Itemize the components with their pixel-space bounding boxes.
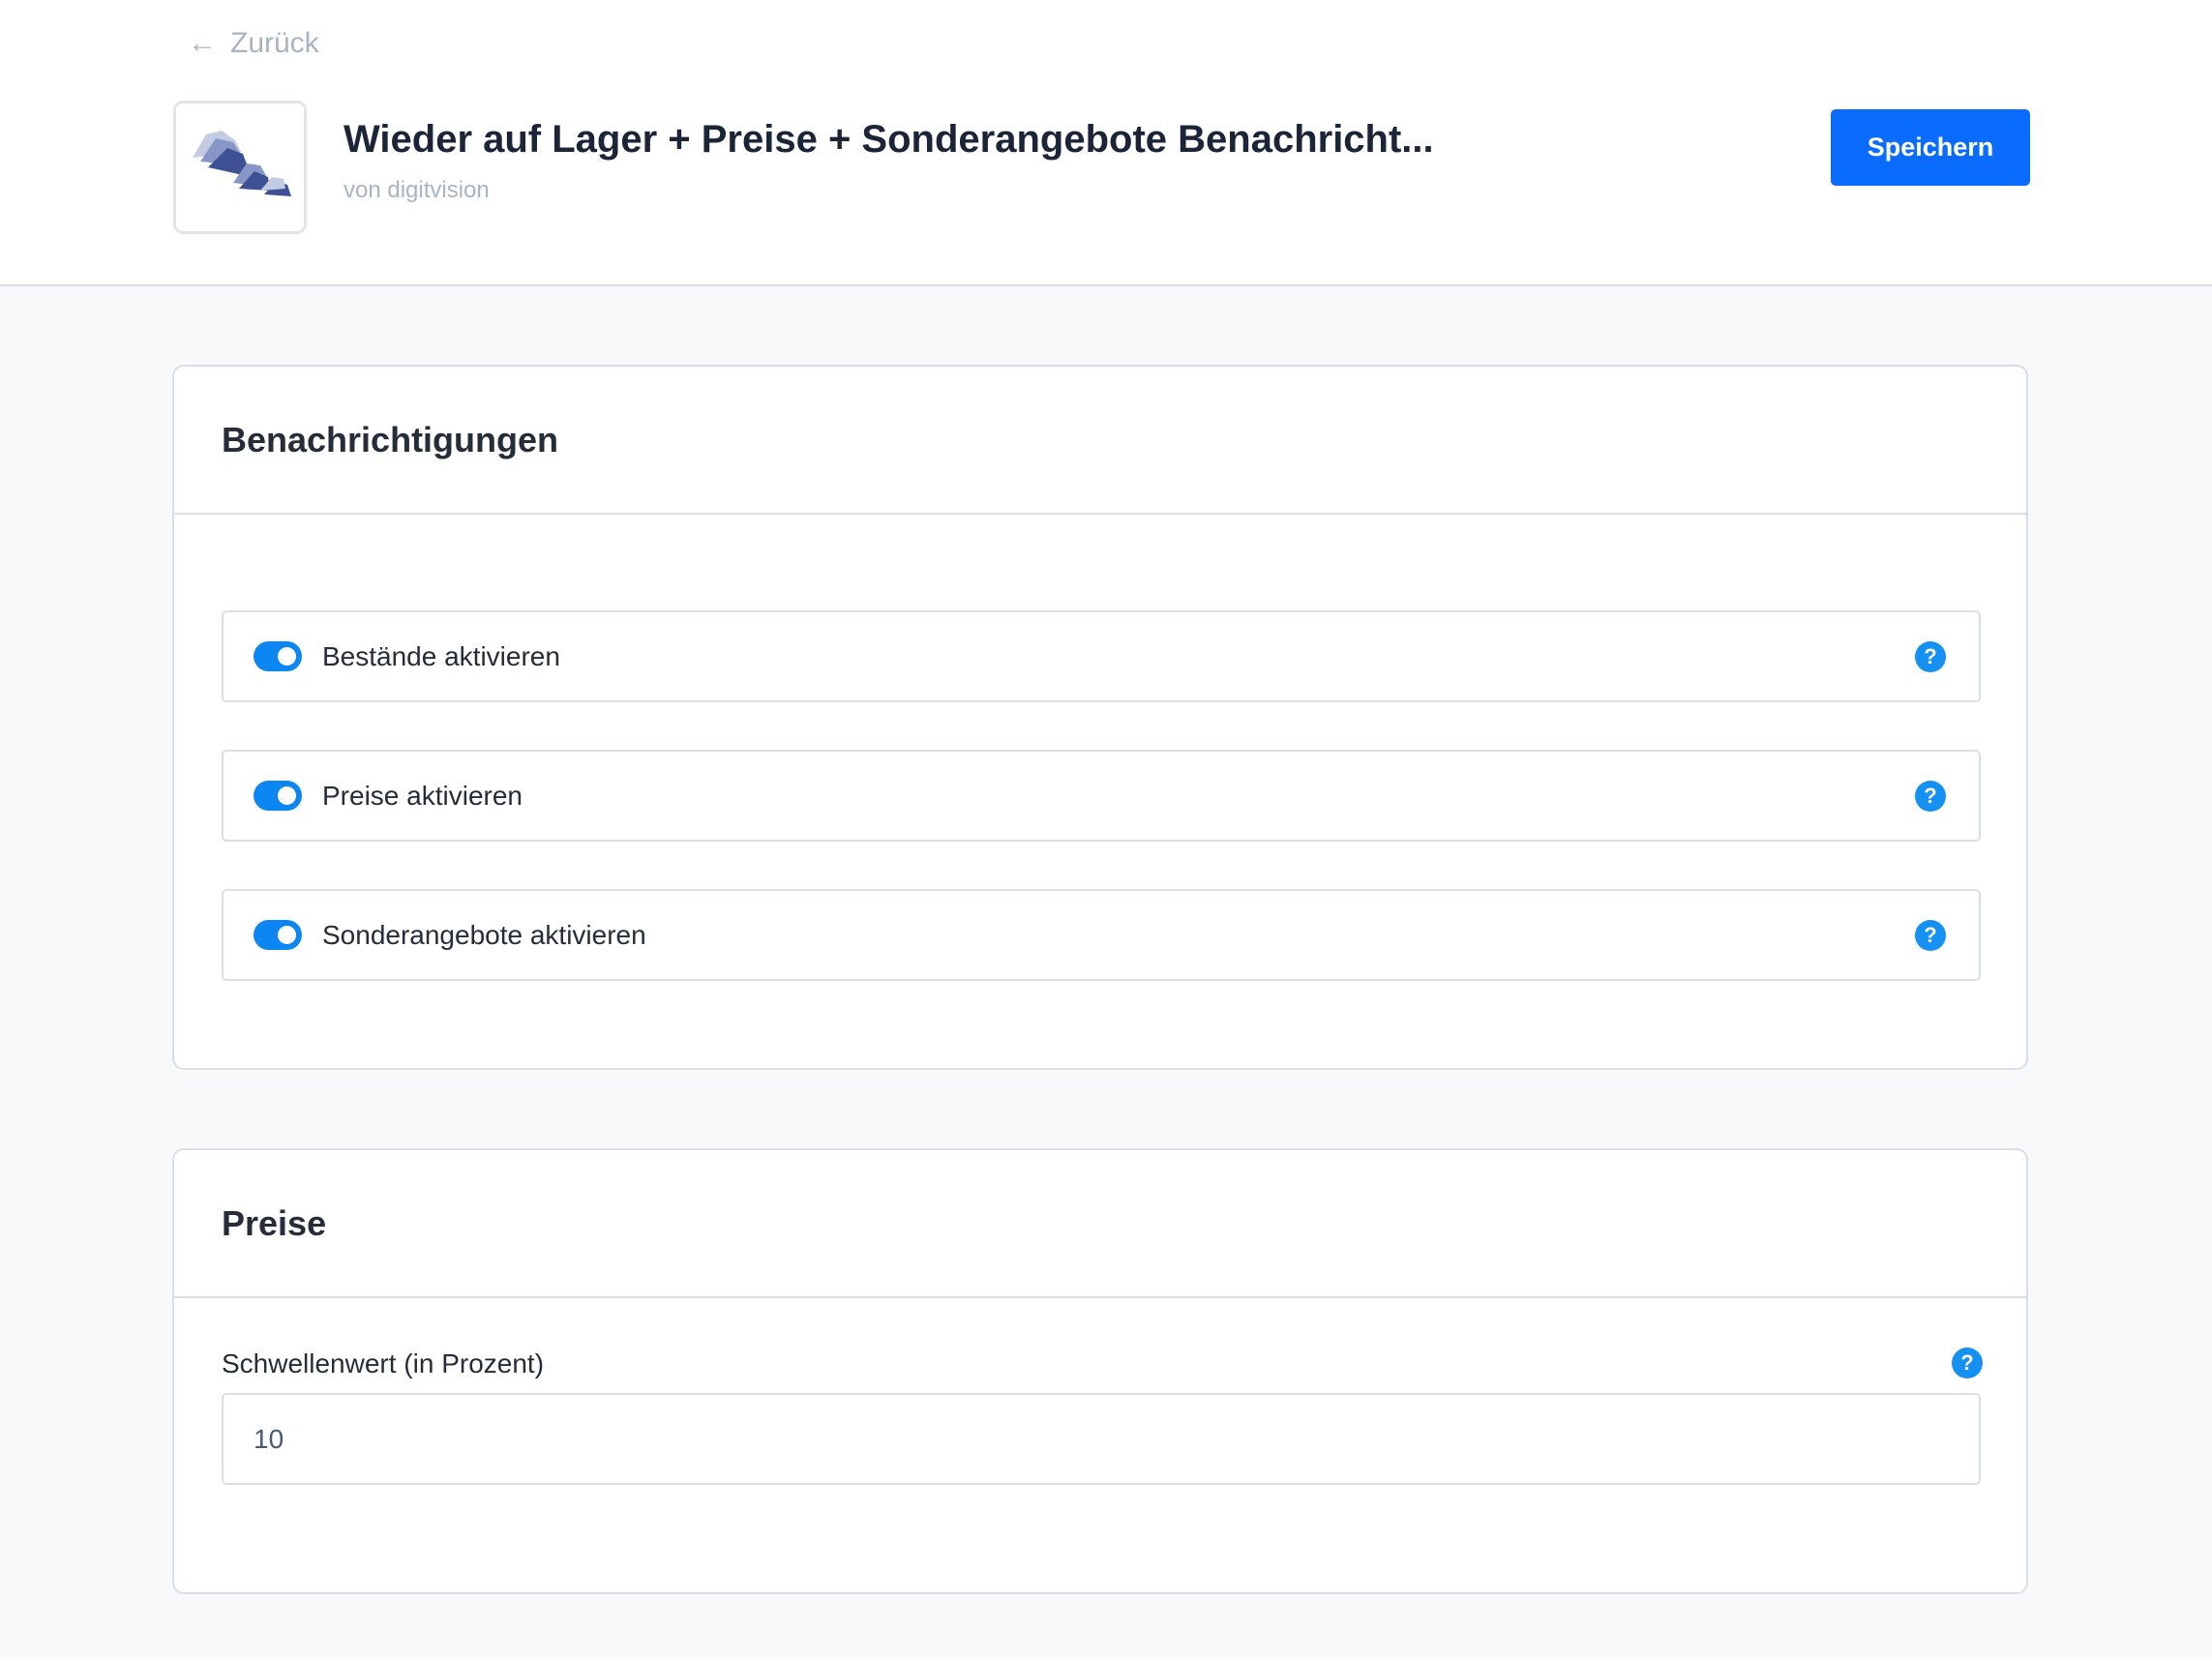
prices-card-header: Preise — [174, 1150, 2026, 1298]
notifications-card: Benachrichtigungen Bestände aktivieren ?… — [172, 365, 2028, 1070]
notifications-card-header: Benachrichtigungen — [174, 367, 2026, 515]
threshold-label: Schwellenwert (in Prozent) — [222, 1348, 545, 1378]
app-title: Wieder auf Lager + Preise + Sonderangebo… — [344, 118, 1434, 161]
save-button[interactable]: Speichern — [1831, 109, 2030, 186]
toggle-label: Preise aktivieren — [322, 780, 523, 811]
notifications-title: Benachrichtigungen — [222, 419, 559, 459]
prices-toggle[interactable] — [254, 781, 302, 811]
question-mark-icon[interactable]: ? — [1952, 1348, 1983, 1378]
back-label: Zurück — [230, 27, 319, 59]
toggle-label: Bestände aktivieren — [322, 640, 560, 671]
arrow-left-icon: ← — [188, 27, 217, 59]
toggle-label: Sonderangebote aktivieren — [322, 919, 646, 950]
threshold-input[interactable] — [222, 1393, 1981, 1485]
question-mark-icon[interactable]: ? — [1915, 781, 1946, 812]
toggle-row-prices: Preise aktivieren ? — [222, 750, 1981, 842]
app-vendor: von digitvision — [344, 177, 490, 203]
prices-card: Preise Schwellenwert (in Prozent) ? — [172, 1148, 2028, 1594]
special-offers-toggle[interactable] — [254, 920, 302, 950]
question-mark-icon[interactable]: ? — [1915, 920, 1946, 951]
toggle-knob — [278, 647, 296, 666]
toggle-row-special-offers: Sonderangebote aktivieren ? — [222, 889, 1981, 981]
question-mark-icon[interactable]: ? — [1915, 641, 1946, 672]
page-header: ← Zurück Wieder auf Lager + Preise + Son… — [0, 0, 2212, 286]
toggle-row-stock: Bestände aktivieren ? — [222, 610, 1981, 702]
fan-logo-icon — [193, 131, 291, 196]
back-link[interactable]: ← Zurück — [188, 27, 319, 60]
stock-toggle[interactable] — [254, 641, 302, 671]
toggle-knob — [278, 786, 296, 805]
app-logo — [173, 101, 307, 234]
prices-title: Preise — [222, 1202, 327, 1243]
toggle-knob — [278, 926, 296, 944]
